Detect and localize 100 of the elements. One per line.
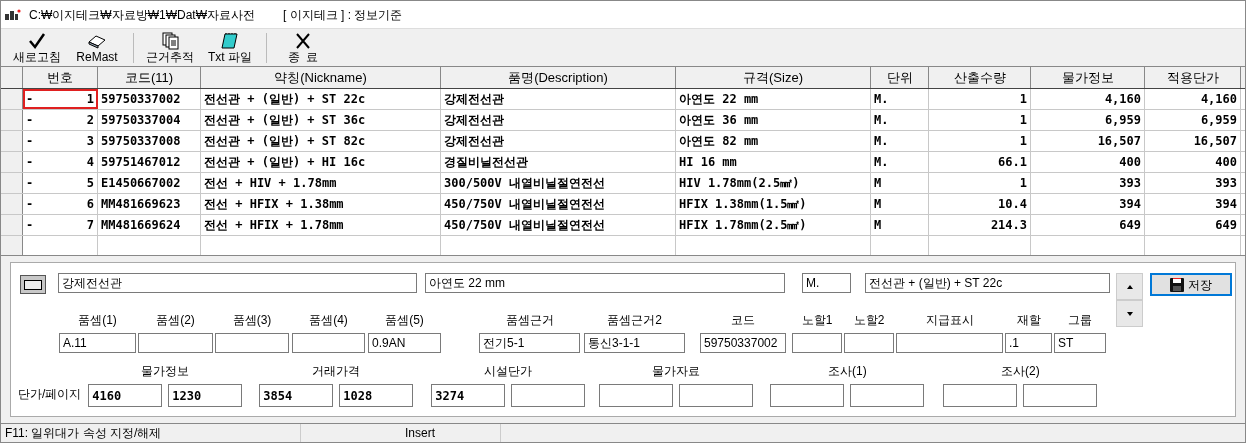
input-field[interactable]: .1 [1005,333,1052,353]
table-cell: 전선 + HIV + 1.78mm [201,173,441,193]
price-field[interactable] [679,384,754,407]
table-cell: M [871,215,929,235]
table-cell: 4,160 [1031,89,1145,109]
column-header[interactable]: 코드(11) [98,67,201,88]
toolbar-button[interactable]: 새로고침 [7,31,67,64]
unit-field[interactable]: M. [802,273,851,293]
price-field[interactable]: 3274 [431,384,506,407]
nickname-field[interactable]: 전선관 + (일반) + ST 22c [865,273,1110,293]
field-label: 품셈(5) [385,312,424,329]
table-cell: 450/750V 내열비닐절연전선 [441,215,676,235]
input-field[interactable] [844,333,894,353]
down-triangle-icon [1126,311,1133,316]
field-label: 품셈(1) [78,312,117,329]
row-header[interactable] [1,194,23,214]
table-cell: 450/750V 내열비닐절연전선 [441,194,676,214]
table-cell: E1450667002 [98,173,201,193]
column-header[interactable]: 적용단가 [1145,67,1241,88]
table-cell: 1 [929,110,1031,130]
input-field[interactable] [792,333,842,353]
price-row-label: 단가/페이지 [18,386,82,403]
table-cell: 아연도 82 mm [676,131,871,151]
table-cell: 59750337004 [98,110,201,130]
toolbar-button[interactable]: 근거추적 [140,31,200,64]
table-cell: 400 [1145,152,1241,172]
input-field[interactable] [215,333,289,353]
table-cell: MM481669623 [98,194,201,214]
price-field[interactable]: 3854 [259,384,334,407]
input-field[interactable]: A.11 [59,333,136,353]
table-cell: 강제전선관 [441,89,676,109]
table-cell: 전선 + HFIX + 1.78mm [201,215,441,235]
table-cell: 강제전선관 [441,131,676,151]
table-cell: - 2 [23,110,98,130]
price-field[interactable] [599,384,674,407]
toolbar-button[interactable]: ReMast [67,31,127,64]
size-field[interactable]: 아연도 22 mm [425,273,785,293]
app-logo-icon [5,8,21,21]
input-field[interactable]: 전기5-1 [479,333,580,353]
price-group-label: 시설단가 [484,363,533,380]
row-header[interactable] [1,110,23,130]
price-group-label: 조사(1) [828,363,867,380]
column-header[interactable]: 약칭(Nickname) [201,67,441,88]
field-label: 품셈(4) [309,312,348,329]
field-label: 코드 [731,312,755,329]
row-header[interactable] [1,173,23,193]
input-field[interactable]: ST [1054,333,1106,353]
price-field[interactable]: 4160 [88,384,163,407]
field-label: 노할1 [801,312,833,329]
field-label: 품셈(3) [232,312,272,329]
table-cell: 59750337008 [98,131,201,151]
input-field[interactable] [292,333,365,353]
table-cell: 214.3 [929,215,1031,235]
price-field[interactable]: 1230 [168,384,243,407]
price-group-label: 물가자료 [652,363,701,380]
row-header[interactable] [1,89,23,109]
price-field[interactable] [770,384,845,407]
name-field[interactable]: 강제전선관 [58,273,417,293]
up-triangle-icon [1126,284,1133,289]
column-header[interactable]: 단위 [871,67,929,88]
table-cell: 강제전선관 [441,110,676,130]
price-field[interactable] [943,384,1018,407]
table-cell: 59750337002 [98,89,201,109]
price-field[interactable] [511,384,586,407]
field-label: 노할2 [853,312,885,329]
toolbar-button[interactable]: 종 료 [273,31,333,64]
input-field[interactable] [138,333,213,353]
table-cell: 전선 + HFIX + 1.38mm [201,194,441,214]
column-header[interactable]: 품명(Description) [441,67,676,88]
row-header[interactable] [1,131,23,151]
column-header[interactable]: 규격(Size) [676,67,871,88]
table-cell: 1 [929,173,1031,193]
table-cell: 아연도 22 mm [676,89,871,109]
toggle-button[interactable] [20,275,46,294]
table-cell: M. [871,89,929,109]
column-header[interactable]: 물가정보 [1031,67,1145,88]
price-field[interactable]: 1028 [339,384,414,407]
column-header[interactable]: 산출수량 [929,67,1031,88]
field-label: 지급표시 [925,312,974,329]
table-cell: - 7 [23,215,98,235]
table-cell: 394 [1145,194,1241,214]
table-cell: 649 [1145,215,1241,235]
row-header[interactable] [1,215,23,235]
table-cell: HFIX 1.38mm(1.5㎟) [676,194,871,214]
close-icon [293,31,313,50]
save-button[interactable]: 저장 [1150,273,1232,296]
input-field[interactable]: 0.9AN [368,333,441,353]
toolbar-button[interactable]: Txt 파일 [200,31,260,64]
status-text: Insert [401,424,501,442]
input-field[interactable]: 59750337002 [700,333,786,353]
row-header[interactable] [1,152,23,172]
input-field[interactable]: 통신3-1-1 [584,333,685,353]
price-field[interactable] [1023,384,1098,407]
table-cell: M [871,173,929,193]
column-header[interactable]: 번호 [23,67,98,88]
table-cell: 1 [929,89,1031,109]
price-field[interactable] [850,384,925,407]
input-field[interactable] [896,333,1003,353]
table-cell: HIV 1.78mm(2.5㎟) [676,173,871,193]
table-cell: 16,507 [1145,131,1241,151]
